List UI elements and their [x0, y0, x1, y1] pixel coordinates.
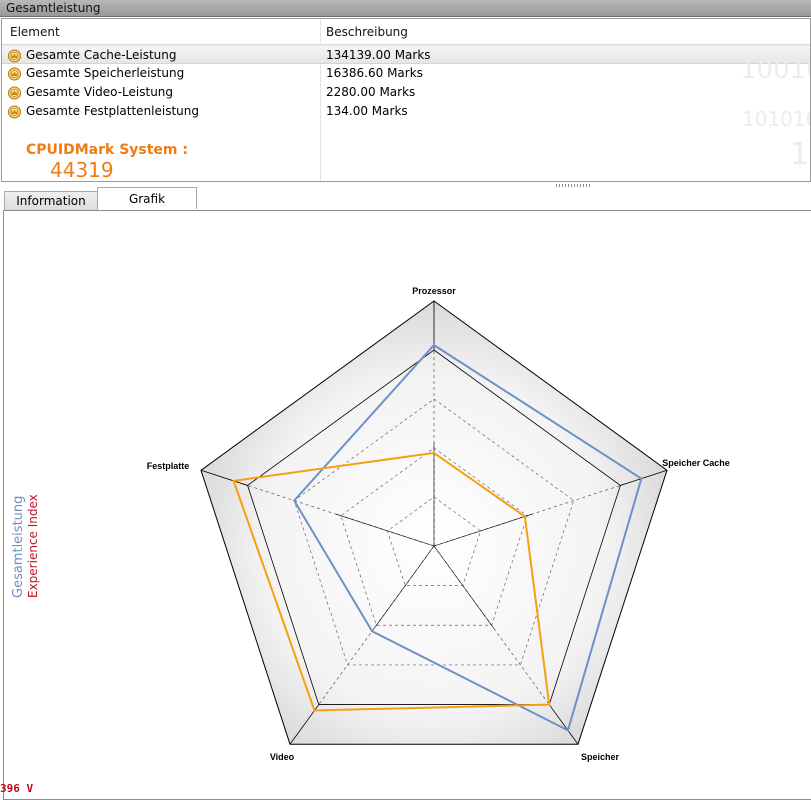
axis-label-2: Speicher Cache — [662, 458, 730, 468]
voltage-readout: 396 V — [0, 782, 34, 795]
axis-label-1: Prozessor — [412, 286, 456, 296]
axis-label-4: Video — [270, 752, 295, 762]
legend-series-1: Gesamtleistung — [11, 495, 26, 598]
radar-chart: Prozessor Speicher Cache Speicher Video Fest… — [147, 286, 730, 762]
legend-series-2: Experience Index — [26, 494, 40, 598]
axis-label-3: Speicher — [581, 752, 620, 762]
series-legend: Gesamtleistung Experience Index — [8, 470, 40, 600]
tab-grafik[interactable]: Grafik — [97, 187, 197, 209]
axis-label-5: Festplatte — [147, 461, 190, 471]
